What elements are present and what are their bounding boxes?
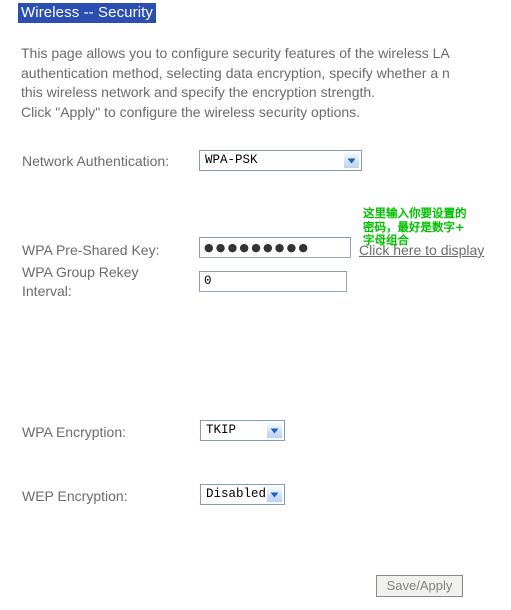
- wpa-encryption-value: TKIP: [206, 423, 237, 437]
- network-authentication-label: Network Authentication:: [22, 153, 170, 169]
- page-title: Wireless -- Security: [18, 3, 157, 23]
- intro-line-4: Click "Apply" to configure the wireless …: [21, 103, 361, 120]
- wpa-encryption-label: WPA Encryption:: [22, 424, 127, 440]
- chevron-down-icon[interactable]: [266, 486, 283, 503]
- network-authentication-value: WPA-PSK: [205, 153, 258, 167]
- save-apply-button[interactable]: Save/Apply: [376, 575, 463, 597]
- intro-paragraph: This page allows you to configure securi…: [21, 44, 511, 122]
- chinese-annotation-note: 这里输入你要设置的 密码，最好是数字+ 字母组合: [363, 206, 511, 248]
- wpa-group-rekey-interval-input[interactable]: 0: [199, 271, 347, 292]
- wpa-group-rekey-interval-label-line2: Interval:: [22, 283, 72, 299]
- wep-encryption-value: Disabled: [206, 487, 267, 501]
- network-authentication-select[interactable]: WPA-PSK: [199, 150, 362, 171]
- wpa-pre-shared-key-value: ●●●●●●●●●: [204, 241, 311, 254]
- intro-line-2: authentication method, selecting data en…: [21, 64, 450, 81]
- annotation-line-2: 密码，最好是数字+: [363, 219, 465, 234]
- intro-line-3: this wireless network and specify the en…: [21, 84, 376, 100]
- wpa-encryption-select[interactable]: TKIP: [200, 420, 285, 441]
- chevron-down-icon[interactable]: [343, 152, 360, 169]
- wpa-pre-shared-key-label: WPA Pre-Shared Key:: [22, 242, 160, 258]
- wpa-group-rekey-interval-label-line1: WPA Group Rekey: [22, 264, 139, 280]
- annotation-line-3: 字母组合: [363, 233, 409, 247]
- wpa-pre-shared-key-input[interactable]: ●●●●●●●●●: [199, 237, 351, 258]
- chevron-down-icon[interactable]: [266, 422, 283, 439]
- wpa-group-rekey-interval-value: 0: [204, 274, 212, 288]
- wep-encryption-select[interactable]: Disabled: [200, 484, 285, 505]
- intro-line-1: This page allows you to configure securi…: [21, 45, 450, 61]
- wep-encryption-label: WEP Encryption:: [22, 488, 128, 504]
- annotation-line-1: 这里输入你要设置的: [363, 206, 467, 220]
